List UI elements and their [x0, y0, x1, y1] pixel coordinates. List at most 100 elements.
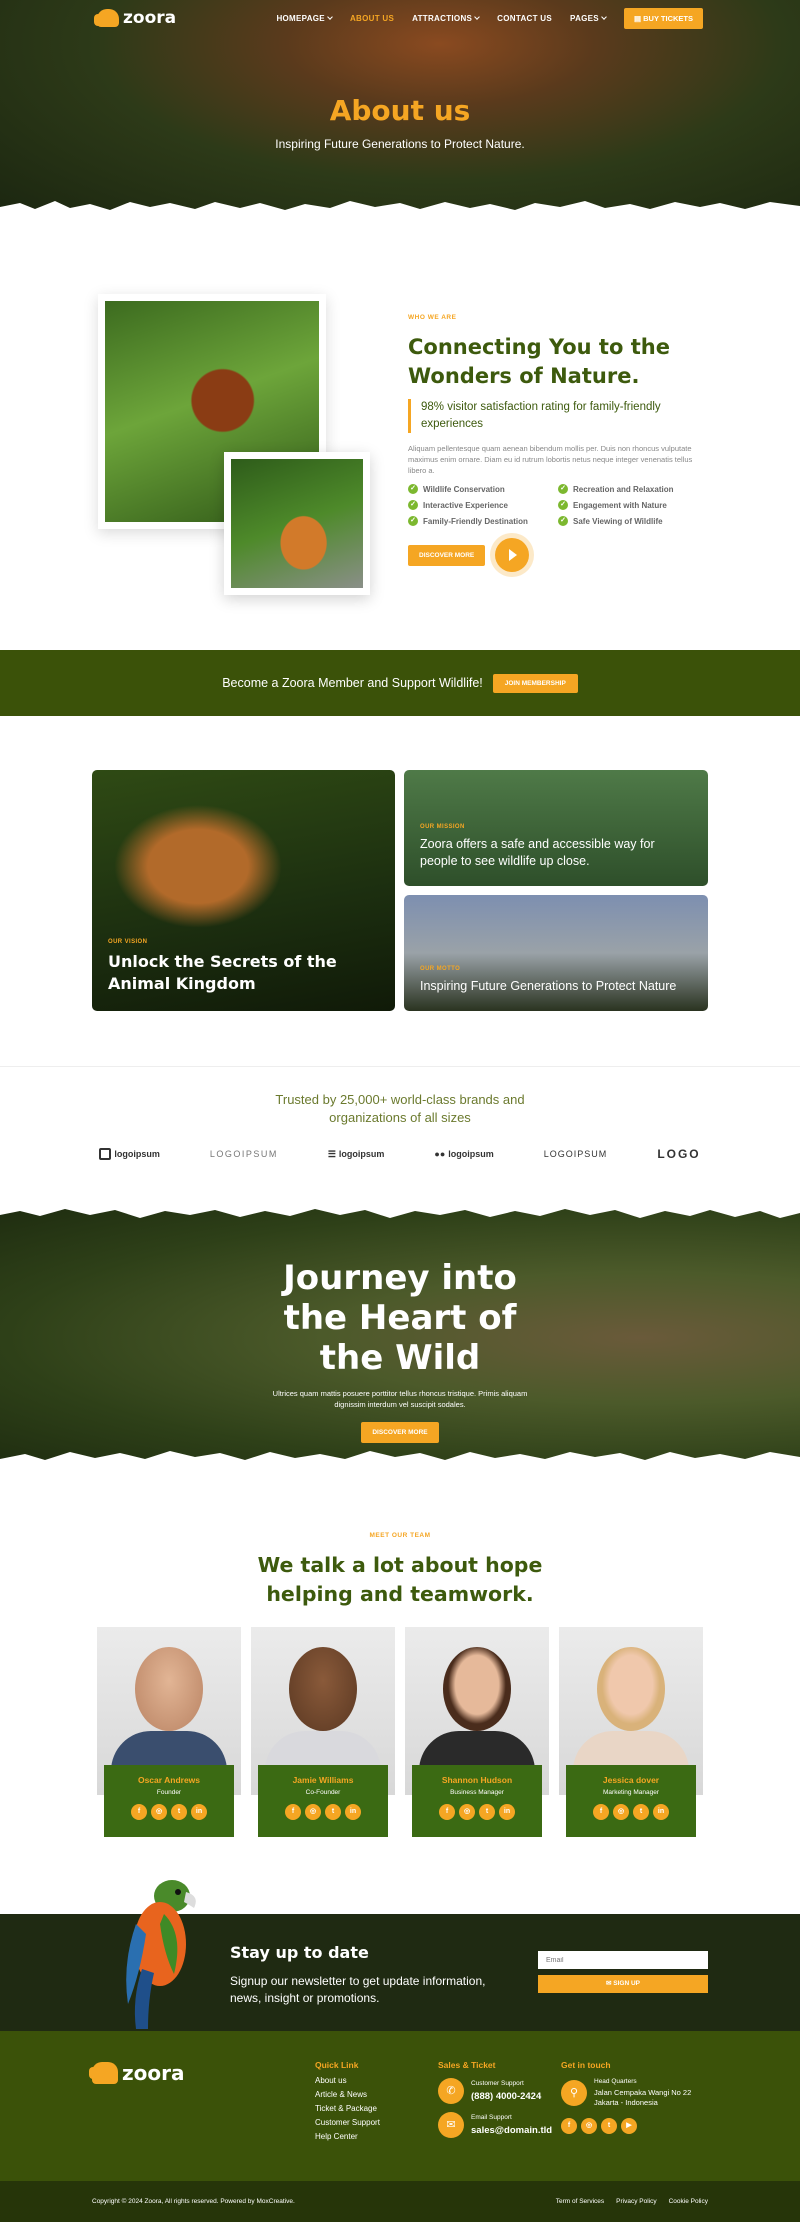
privacy-link[interactable]: Privacy Policy: [616, 2198, 656, 2205]
phone-number[interactable]: (888) 4000-2424: [471, 2091, 541, 2102]
newsletter-title: Stay up to date: [230, 1943, 369, 1962]
cookie-link[interactable]: Cookie Policy: [669, 2198, 708, 2205]
stack-icon: ☰: [327, 1148, 336, 1159]
nav-item-homepage[interactable]: HOMEPAGE: [276, 14, 333, 23]
copyright-text: Copyright © 2024 Zoora, All rights reser…: [92, 2198, 295, 2205]
check-icon: ✓: [558, 500, 568, 510]
support-label: Customer Support: [471, 2080, 524, 2087]
member-info: Jamie Williams Co-Founder f ◎ t in: [258, 1765, 388, 1837]
play-video-icon[interactable]: [495, 538, 530, 572]
member-role: Marketing Manager: [603, 1789, 659, 1796]
member-role: Business Manager: [450, 1789, 504, 1796]
feature-label: Safe Viewing of Wildlife: [573, 516, 663, 526]
facebook-icon[interactable]: f: [285, 1804, 301, 1820]
vision-card: OUR VISION Unlock the Secrets of the Ani…: [92, 770, 395, 1011]
facebook-icon[interactable]: f: [561, 2118, 577, 2134]
footer-logo[interactable]: zoora: [89, 2061, 184, 2085]
mission-card: OUR MISSION Zoora offers a safe and acce…: [404, 770, 708, 886]
email-input[interactable]: [538, 1951, 708, 1969]
hq-label: Head Quarters: [594, 2078, 637, 2085]
feature-list: ✓ Wildlife Conservation ✓ Recreation and R…: [408, 484, 708, 526]
elephant-icon: [94, 9, 119, 27]
top-nav: zoora HOMEPAGE ABOUT US ATTRACTIONS CONT…: [0, 0, 800, 36]
legal-links: Term of Services Privacy Policy Cookie P…: [556, 2198, 708, 2205]
email-address[interactable]: sales@domain.tld: [471, 2125, 552, 2136]
discover-more-button[interactable]: DISCOVER MORE: [408, 544, 486, 566]
facebook-icon[interactable]: f: [593, 1804, 609, 1820]
team-member-card: Jamie Williams Co-Founder f ◎ t in: [251, 1627, 395, 1837]
check-icon: ✓: [558, 484, 568, 494]
linkedin-icon[interactable]: in: [191, 1804, 207, 1820]
twitter-icon[interactable]: t: [479, 1804, 495, 1820]
footer-link[interactable]: Ticket & Package: [315, 2104, 380, 2113]
feature-item: ✓ Safe Viewing of Wildlife: [558, 516, 708, 526]
trusted-title: Trusted by 25,000+ world-class brands an…: [275, 1092, 525, 1125]
join-membership-button[interactable]: JOIN MEMBERSHIP: [492, 673, 578, 693]
discover-more-button[interactable]: DISCOVER MORE: [361, 1422, 439, 1443]
linkedin-icon[interactable]: in: [345, 1804, 361, 1820]
footer-social-links: f ◎ t ▶: [561, 2118, 704, 2134]
instagram-icon[interactable]: ◎: [305, 1804, 321, 1820]
hero-subtitle: Inspiring Future Generations to Protect …: [275, 137, 525, 151]
member-name: Shannon Hudson: [441, 1775, 513, 1785]
social-links: f ◎ t in: [566, 1804, 696, 1820]
youtube-icon[interactable]: ▶: [621, 2118, 637, 2134]
member-role: Founder: [156, 1789, 182, 1796]
address: Jalan Cempaka Wangi No 22 Jakarta - Indo…: [594, 2088, 692, 2107]
member-info: Oscar Andrews Founder f ◎ t in: [104, 1765, 234, 1837]
sign-up-button[interactable]: ✉ SIGN UP: [538, 1975, 708, 1993]
team-member-card: Shannon Hudson Business Manager f ◎ t in: [405, 1627, 549, 1837]
buy-tickets-button[interactable]: ▤ BUY TICKETS: [623, 7, 703, 29]
brand-logos: logoipsum LOGOIPSUM ☰ logoipsum ●● logoips…: [0, 1147, 800, 1161]
footer-link[interactable]: Customer Support: [315, 2118, 380, 2127]
instagram-icon[interactable]: ◎: [613, 1804, 629, 1820]
membership-text: Become a Zoora Member and Support Wildli…: [222, 676, 483, 690]
chevron-down-icon: [327, 14, 333, 20]
footer-link[interactable]: Help Center: [315, 2132, 380, 2141]
partner-logo: LOGOIPSUM: [210, 1149, 278, 1159]
brand-name: zoora: [123, 8, 177, 28]
card-eyebrow: OUR MISSION: [420, 824, 465, 830]
terms-link[interactable]: Term of Services: [556, 2198, 604, 2205]
sales-heading: Sales & Ticket: [438, 2060, 496, 2070]
footer-link[interactable]: About us: [315, 2076, 380, 2085]
twitter-icon[interactable]: t: [633, 1804, 649, 1820]
facebook-icon[interactable]: f: [439, 1804, 455, 1820]
social-links: f ◎ t in: [258, 1804, 388, 1820]
journey-text: Ultrices quam mattis posuere porttitor t…: [272, 1389, 528, 1409]
feature-item: ✓ Interactive Experience: [408, 500, 558, 510]
chevron-down-icon: [601, 14, 607, 20]
instagram-icon[interactable]: ◎: [581, 2118, 597, 2134]
feature-label: Family-Friendly Destination: [423, 516, 528, 526]
about-eyebrow: WHO WE ARE: [408, 314, 457, 321]
dots-icon: ●●: [434, 1149, 446, 1159]
site-footer: zoora Quick Link About us Article & News…: [0, 2031, 800, 2181]
member-name: Jamie Williams: [292, 1775, 354, 1785]
nav-item-attractions[interactable]: ATTRACTIONS: [412, 14, 481, 23]
journey-title: Journey into the Heart of the Wild: [283, 1258, 517, 1378]
quick-link-heading: Quick Link: [315, 2060, 359, 2070]
phone-icon: ✆: [438, 2078, 464, 2104]
instagram-icon[interactable]: ◎: [459, 1804, 475, 1820]
torn-edge-divider: [0, 1206, 800, 1218]
instagram-icon[interactable]: ◎: [151, 1804, 167, 1820]
twitter-icon[interactable]: t: [171, 1804, 187, 1820]
brand-logo[interactable]: zoora: [94, 8, 177, 28]
footer-link[interactable]: Article & News: [315, 2090, 380, 2099]
nav-item-about-us[interactable]: ABOUT US: [350, 14, 394, 23]
twitter-icon[interactable]: t: [325, 1804, 341, 1820]
member-info: Jessica dover Marketing Manager f ◎ t in: [566, 1765, 696, 1837]
partner-logo-text: LOGOIPSUM: [209, 1149, 278, 1159]
about-title: Connecting You to the Wonders of Nature.: [408, 335, 670, 388]
member-role: Co-Founder: [305, 1789, 341, 1796]
facebook-icon[interactable]: f: [131, 1804, 147, 1820]
nav-item-pages[interactable]: PAGES: [570, 14, 607, 23]
social-links: f ◎ t in: [104, 1804, 234, 1820]
nav-label: CONTACT US: [497, 13, 553, 23]
linkedin-icon[interactable]: in: [653, 1804, 669, 1820]
partner-logo: LOGOIPSUM: [544, 1149, 608, 1159]
nav-label: ABOUT US: [349, 13, 395, 23]
linkedin-icon[interactable]: in: [499, 1804, 515, 1820]
nav-item-contact-us[interactable]: CONTACT US: [497, 14, 552, 23]
twitter-icon[interactable]: t: [601, 2118, 617, 2134]
